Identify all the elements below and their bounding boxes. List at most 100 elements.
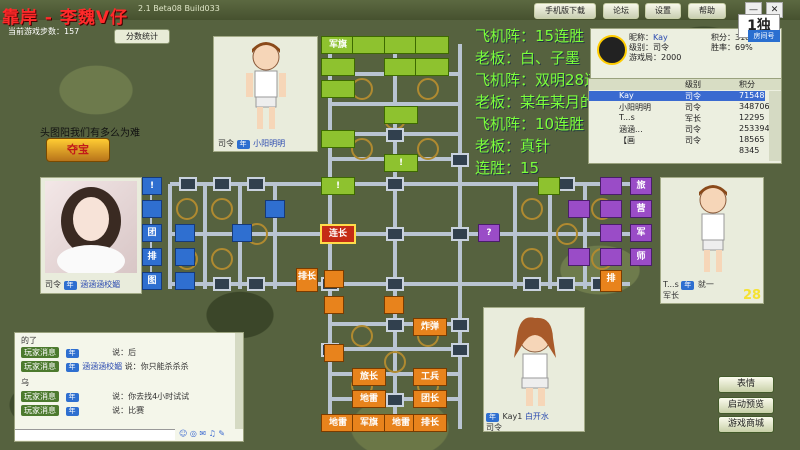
chat-line: 玩家消息 年 涵涵涵校媚 说：你只能杀杀杀 (21, 361, 189, 372)
chat-input[interactable] (15, 429, 175, 440)
piece-left[interactable]: 图 (142, 272, 162, 290)
webcam-girl-icon (57, 187, 125, 277)
room-number-tab[interactable]: 房间号 (748, 30, 780, 42)
piece-right[interactable] (600, 224, 622, 242)
player-list: 级别 积分 Kay 司令 71548 小阳明明 司令 348706 T...s … (588, 78, 782, 164)
chat-line: 玩家消息 年 说：比赛 (21, 405, 144, 416)
piece-engineer[interactable]: 工兵 (413, 368, 447, 386)
piece-right[interactable] (568, 200, 590, 218)
piece-bottom[interactable] (384, 296, 404, 314)
player-list-row[interactable]: 小阳明明 司令 348706 (589, 102, 770, 112)
player-right-info: T...s 年 就一 军长 (663, 280, 714, 300)
qq-penguin-icon (597, 35, 627, 65)
piece-regiment-cmdr[interactable]: 团长 (413, 390, 447, 408)
player-list-row-selected[interactable]: Kay 司令 71548 (589, 91, 765, 101)
app-version: 2.1 Beta08 Build033 (138, 4, 220, 13)
piece-left-flagged[interactable] (265, 200, 285, 218)
player-card-right: T...s 年 就一 军长 28 (660, 177, 764, 304)
piece-left-orange[interactable]: 排长 (296, 268, 318, 292)
piece-top[interactable] (384, 106, 418, 124)
emote-button[interactable]: 表情 (718, 376, 774, 393)
piece-left[interactable] (175, 272, 195, 290)
player-list-scrollbar[interactable] (769, 91, 781, 161)
piece-mine[interactable]: 地雷 (321, 414, 355, 432)
vip-badge-icon: 年 (681, 281, 695, 290)
piece-selected-company-cmdr[interactable]: 连长 (320, 224, 356, 244)
piece-right[interactable] (600, 177, 622, 195)
vip-badge-icon: 年 (65, 363, 79, 372)
treasure-badge[interactable]: 夺宝 (46, 138, 110, 162)
chat-header: 的了 (21, 336, 37, 345)
piece-right[interactable] (600, 248, 622, 266)
settings-button[interactable]: 设置 (645, 3, 681, 19)
piece-right-flagged[interactable] (568, 248, 590, 266)
player-list-header: 级别 积分 (589, 79, 781, 90)
piece-top[interactable] (415, 36, 449, 54)
piece-top[interactable] (384, 58, 418, 76)
chat-emoji-toolbar[interactable]: ☺ ◎ ✉ ♫ ✎ (179, 429, 241, 439)
chat-msg-button[interactable]: 玩家消息 (21, 361, 59, 372)
preview-button[interactable]: 启动预览 (718, 397, 774, 414)
piece-top[interactable] (321, 130, 355, 148)
player-list-row[interactable]: 8345 (589, 146, 765, 156)
player-card-left: 司令 年 涵涵涵校媚 (40, 177, 142, 294)
piece-top[interactable] (384, 36, 418, 54)
player-list-row[interactable]: T...s 军长 12295 (589, 113, 765, 123)
piece-right[interactable] (600, 200, 622, 218)
piece-platoon[interactable]: 排长 (413, 414, 447, 432)
piece-top-flagged[interactable]: ! (321, 177, 355, 195)
piece-army-flag-top[interactable]: 军旗 (321, 36, 355, 54)
piece-left[interactable] (175, 224, 195, 242)
rank-banner-text: 头图阳我们有多么为难 (40, 128, 140, 139)
piece-left[interactable] (142, 200, 162, 218)
player-left-info: 司令 年 涵涵涵校媚 (45, 280, 121, 290)
chat-scrollbar[interactable] (235, 333, 243, 429)
piece-bottom[interactable] (324, 344, 344, 362)
piece-right-unknown[interactable]: ? (478, 224, 500, 242)
player-photo (45, 181, 137, 277)
piece-left-regiment[interactable]: 团 (142, 224, 162, 242)
piece-right-division[interactable]: 师 (630, 248, 652, 266)
piece-bottom[interactable] (324, 270, 344, 288)
piece-mine[interactable]: 地雷 (352, 390, 386, 408)
piece-brigadier[interactable]: 旅长 (352, 368, 386, 386)
player-avatar-icon (699, 185, 727, 272)
piece-right-brigade[interactable]: 旅 (630, 177, 652, 195)
piece-right-orange[interactable]: 排 (600, 270, 622, 292)
piece-bomb[interactable]: 炸弹 (413, 318, 447, 336)
piece-army-flag-bottom[interactable]: 军旗 (352, 414, 386, 432)
piece-left-platoon[interactable]: 排 (142, 248, 162, 266)
profile-info: 昵称：Kay 级别：司令 游戏局：2000 (629, 33, 682, 62)
piece-left[interactable] (175, 248, 195, 266)
game-shop-button[interactable]: 游戏商城 (718, 416, 774, 433)
chat-panel: 的了 玩家消息 年 说：后 玩家消息 年 涵涵涵校媚 说：你只能杀杀杀 乌 玩家… (14, 332, 244, 442)
vip-badge-icon: 年 (65, 349, 79, 358)
piece-left-flagged[interactable] (232, 224, 252, 242)
piece-top[interactable] (538, 177, 560, 195)
chat-msg-button[interactable]: 玩家消息 (21, 405, 59, 416)
piece-top[interactable] (415, 58, 449, 76)
piece-right-battalion[interactable]: 营 (630, 200, 652, 218)
chat-line: 玩家消息 年 说：后 (21, 347, 136, 358)
player-list-row[interactable]: 【画 司令 18565 (589, 135, 765, 145)
step-counter: 当前游戏步数：157 (8, 27, 80, 36)
piece-right-army[interactable]: 军 (630, 224, 652, 242)
forum-button[interactable]: 论坛 (603, 3, 639, 19)
piece-top[interactable] (352, 36, 386, 54)
vip-badge-icon: 年 (63, 281, 77, 290)
stream-brand: 靠岸 - 李魏V仔 (2, 8, 129, 28)
mobile-download-button[interactable]: 手机版下载 (534, 3, 596, 19)
piece-left-flagged[interactable]: ! (142, 177, 162, 195)
help-button[interactable]: 帮助 (688, 3, 726, 19)
move-timer: 28 (743, 288, 762, 303)
piece-top-flagged[interactable]: ! (384, 154, 418, 172)
piece-top[interactable] (321, 80, 355, 98)
chat-msg-button[interactable]: 玩家消息 (21, 391, 59, 402)
chat-line: 玩家消息 年 说：你去找4小时试试 (21, 391, 189, 402)
piece-bottom[interactable] (324, 296, 344, 314)
vip-badge-icon: 年 (65, 407, 79, 416)
chat-msg-button[interactable]: 玩家消息 (21, 347, 59, 358)
vip-badge-icon: 年 (65, 393, 79, 402)
player-list-row[interactable]: 涵涵... 司令 253394 (589, 124, 770, 134)
piece-top[interactable] (321, 58, 355, 76)
